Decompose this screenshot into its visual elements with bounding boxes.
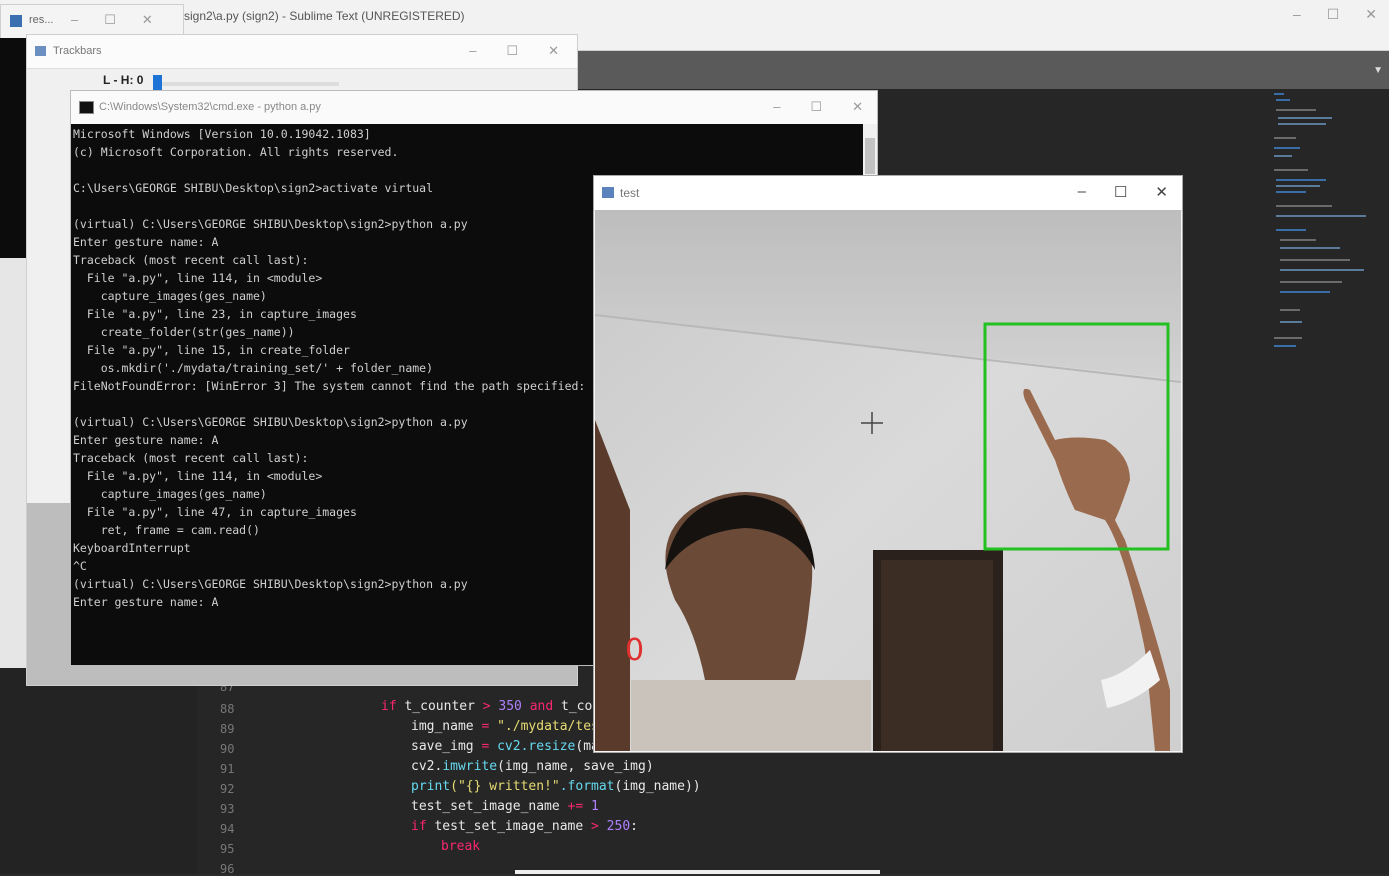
line-number: 92 — [220, 782, 235, 796]
terminal-icon — [79, 101, 94, 114]
maximize-icon[interactable]: ☐ — [810, 99, 822, 115]
minimize-icon[interactable]: – — [71, 12, 78, 28]
minimize-icon[interactable]: – — [1293, 6, 1301, 23]
close-icon[interactable]: ✕ — [142, 12, 153, 28]
line-number: 88 — [220, 702, 235, 716]
scrollbar-thumb[interactable] — [865, 138, 875, 174]
slider-label: L - H: 0 — [103, 73, 144, 87]
line-number: 91 — [220, 762, 235, 776]
line-number: 89 — [220, 722, 235, 736]
chevron-down-icon[interactable]: ▼ — [1373, 65, 1383, 76]
minimize-icon[interactable]: – — [469, 43, 476, 59]
line-number: 94 — [220, 822, 235, 836]
code-line-94[interactable]: if test_set_image_name > 250: — [411, 819, 638, 834]
app-icon — [10, 15, 22, 27]
window-title: test — [620, 186, 640, 200]
maximize-icon[interactable]: ☐ — [104, 12, 116, 28]
code-line-92[interactable]: print("{} written!".format(img_name)) — [411, 779, 701, 794]
app-icon — [602, 187, 614, 198]
res-window-image — [0, 38, 28, 258]
window-title: Trackbars — [53, 45, 102, 57]
maximize-icon[interactable]: ☐ — [1114, 183, 1127, 201]
close-icon[interactable]: ✕ — [1365, 6, 1377, 23]
horizontal-scrollbar[interactable] — [515, 870, 880, 874]
slider-track[interactable] — [153, 82, 339, 86]
maximize-icon[interactable]: ☐ — [506, 43, 518, 59]
camera-feed[interactable]: 0 — [595, 210, 1181, 751]
sublime-title: sign2\a.py (sign2) - Sublime Text (UNREG… — [184, 9, 465, 23]
line-number: 93 — [220, 802, 235, 816]
minimap[interactable] — [1262, 89, 1382, 359]
res-window-body — [0, 258, 28, 668]
code-line-93[interactable]: test_set_image_name += 1 — [411, 799, 599, 814]
webcam-frame-image: 0 — [595, 210, 1181, 751]
slider-thumb[interactable] — [153, 75, 162, 91]
close-icon[interactable]: ✕ — [548, 43, 559, 59]
code-line-88[interactable]: if t_counter > 350 and t_cou — [381, 699, 600, 714]
app-icon — [35, 46, 46, 56]
code-line-89[interactable]: img_name = "./mydata/tes — [411, 719, 599, 734]
window-title: res... — [29, 14, 54, 26]
line-gutter: 87 88 89 90 91 92 93 94 95 96 — [198, 678, 260, 876]
minimize-icon[interactable]: – — [1078, 183, 1086, 201]
close-icon[interactable]: ✕ — [852, 99, 863, 115]
test-window: test – ☐ ✕ 0 — [593, 175, 1183, 753]
code-line-91[interactable]: cv2.imwrite(img_name, save_img) — [411, 759, 654, 774]
cmd-titlebar[interactable]: C:\Windows\System32\cmd.exe - python a.p… — [71, 91, 877, 124]
line-number: 95 — [220, 842, 235, 856]
close-icon[interactable]: ✕ — [1155, 183, 1168, 201]
prediction-digit: 0 — [625, 633, 644, 668]
window-title: C:\Windows\System32\cmd.exe - python a.p… — [99, 101, 321, 113]
test-titlebar[interactable]: test – ☐ ✕ — [594, 176, 1182, 211]
code-line-90[interactable]: save_img = cv2.resize(ma — [411, 739, 599, 754]
console-line: (c) Microsoft Corporation. All rights re… — [73, 145, 399, 159]
line-number: 90 — [220, 742, 235, 756]
minimize-icon[interactable]: – — [773, 99, 780, 115]
maximize-icon[interactable]: ☐ — [1327, 6, 1340, 23]
code-line-95[interactable]: break — [441, 839, 480, 854]
trackbars-titlebar[interactable]: Trackbars – ☐ ✕ — [27, 35, 577, 69]
console-line: Microsoft Windows [Version 10.0.19042.10… — [73, 127, 371, 141]
